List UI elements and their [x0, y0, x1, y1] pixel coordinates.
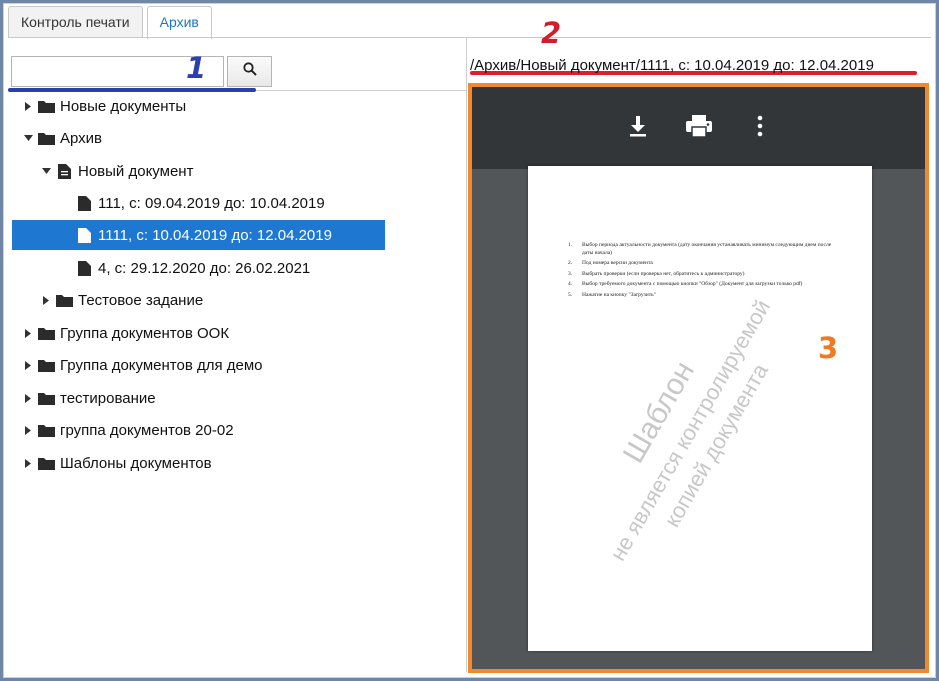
tree-node-new-document[interactable]: Новый документ	[38, 156, 193, 186]
more-options-button[interactable]	[729, 115, 790, 142]
tree-node-archive[interactable]: Архив	[20, 123, 102, 153]
annotation-number-1: 1	[186, 51, 207, 85]
folder-icon	[36, 327, 56, 340]
list-item: 3. Выбрать проверки (если проверка нет, о…	[568, 270, 745, 277]
list-item: 1. Выбор периода актуальности документа (…	[568, 242, 832, 256]
folder-icon	[36, 424, 56, 437]
tree-node-file-111[interactable]: 111, с: 09.04.2019 до: 10.04.2019	[74, 188, 325, 218]
tab-divider	[8, 37, 931, 38]
pdf-viewer: 1. Выбор периода актуальности документа (…	[468, 83, 929, 673]
tree-node-demo-group[interactable]: Группа документов для демо	[20, 350, 263, 380]
tree-node-label: Новый документ	[78, 162, 194, 180]
tree-node-label: Архив	[60, 129, 103, 147]
folder-icon	[36, 100, 56, 113]
tree-node-label: Шаблоны документов	[60, 454, 212, 472]
expanded-arrow-icon[interactable]	[38, 167, 54, 175]
document-text-icon	[54, 163, 74, 179]
collapsed-arrow-icon[interactable]	[20, 393, 36, 403]
tree-node-label: 1111, с: 10.04.2019 до: 12.04.2019	[98, 226, 332, 244]
annotation-number-3: 3	[818, 331, 839, 365]
folder-icon	[36, 132, 56, 145]
tree-node-file-1111[interactable]: 1111, с: 10.04.2019 до: 12.04.2019	[12, 220, 385, 250]
tree-node-templates[interactable]: Шаблоны документов	[20, 448, 212, 478]
tree-node-label: 4, с: 29.12.2020 до: 26.02.2021	[98, 259, 311, 277]
folder-icon	[36, 457, 56, 470]
download-button[interactable]	[607, 115, 668, 142]
tree-node-test-task[interactable]: Тестовое задание	[38, 285, 203, 315]
print-button[interactable]	[668, 114, 729, 143]
tab-bar: Контроль печати Архив	[8, 6, 216, 39]
watermark: Шаблон не является контролируемой копией…	[605, 295, 775, 565]
panel-splitter[interactable]	[466, 38, 467, 672]
tree-node-file-4[interactable]: 4, с: 29.12.2020 до: 26.02.2021	[74, 253, 310, 283]
tree-node-new-documents[interactable]: Новые документы	[20, 91, 186, 121]
collapsed-arrow-icon[interactable]	[20, 101, 36, 111]
search-button[interactable]	[227, 56, 272, 87]
search-icon	[242, 62, 257, 81]
tab-archive[interactable]: Архив	[146, 6, 212, 39]
more-vertical-icon	[757, 115, 763, 142]
folder-icon	[36, 392, 56, 405]
list-item: 4. Выбор требуемого документа с помощью к…	[568, 281, 803, 287]
folder-icon	[36, 359, 56, 372]
collapsed-arrow-icon[interactable]	[20, 425, 36, 435]
file-icon	[74, 227, 94, 243]
watermark-line-1: Шаблон	[617, 356, 701, 469]
print-icon	[685, 114, 713, 143]
list-item: 2. Под номера версии документа	[568, 260, 653, 266]
watermark-line-3: копией документа	[659, 359, 773, 532]
annotation-number-2: 2	[541, 16, 562, 50]
pdf-toolbar	[472, 87, 925, 169]
tree-node-label: Тестовое задание	[78, 291, 204, 309]
expanded-arrow-icon[interactable]	[20, 134, 36, 142]
tree-node-label: Новые документы	[60, 97, 187, 115]
collapsed-arrow-icon[interactable]	[20, 458, 36, 468]
tree-node-label: тестирование	[60, 389, 156, 407]
breadcrumb: /Архив/Новый документ/1111, с: 10.04.201…	[470, 57, 874, 74]
tree-node-label: Группа документов для демо	[60, 356, 263, 374]
document-instructions-list: 1. Выбор периода актуальности документа (…	[568, 242, 843, 302]
file-icon	[74, 260, 94, 276]
watermark-line-2: не является контролируемой	[605, 295, 775, 565]
tree-node-ook-group[interactable]: Группа документов ООК	[20, 318, 229, 348]
tree-node-label: Группа документов ООК	[60, 324, 230, 342]
collapsed-arrow-icon[interactable]	[20, 360, 36, 370]
tree-node-testing[interactable]: тестирование	[20, 383, 156, 413]
collapsed-arrow-icon[interactable]	[20, 328, 36, 338]
pdf-page: 1. Выбор периода актуальности документа (…	[528, 166, 872, 651]
tree-node-group-20-02[interactable]: группа документов 20-02	[20, 415, 234, 445]
tree-node-label: группа документов 20-02	[60, 421, 234, 439]
tree-node-label: 111, с: 09.04.2019 до: 10.04.2019	[98, 194, 325, 212]
list-item: 5. Нажатие на кнопку "Загрузить"	[568, 291, 656, 298]
tab-print-control[interactable]: Контроль печати	[8, 6, 143, 38]
collapsed-arrow-icon[interactable]	[38, 295, 54, 305]
folder-icon	[54, 294, 74, 307]
download-icon	[628, 115, 648, 142]
file-icon	[74, 195, 94, 211]
